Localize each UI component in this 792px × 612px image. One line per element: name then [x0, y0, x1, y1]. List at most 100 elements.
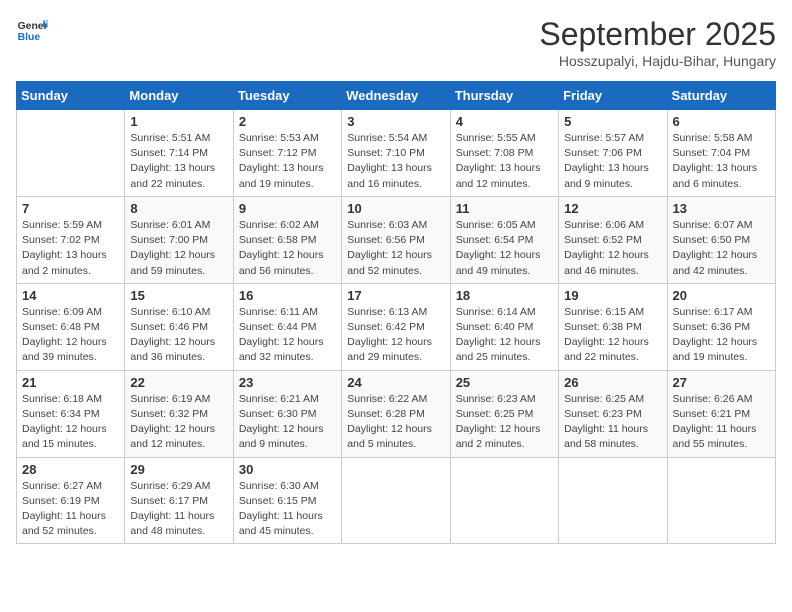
day-number: 4	[456, 114, 553, 129]
day-number: 13	[673, 201, 770, 216]
day-number: 14	[22, 288, 119, 303]
calendar-cell: 2 Sunrise: 5:53 AM Sunset: 7:12 PM Daylig…	[233, 110, 341, 197]
day-info: Sunrise: 6:15 AM Sunset: 6:38 PM Dayligh…	[564, 305, 661, 366]
day-info: Sunrise: 6:07 AM Sunset: 6:50 PM Dayligh…	[673, 218, 770, 279]
day-number: 30	[239, 462, 336, 477]
day-number: 21	[22, 375, 119, 390]
calendar-cell: 9 Sunrise: 6:02 AM Sunset: 6:58 PM Daylig…	[233, 196, 341, 283]
calendar-cell: 29 Sunrise: 6:29 AM Sunset: 6:17 PM Dayli…	[125, 457, 233, 544]
calendar-cell: 25Sunrise: 6:23 AM Sunset: 6:25 PM Dayli…	[450, 370, 558, 457]
calendar-table: SundayMondayTuesdayWednesdayThursdayFrid…	[16, 81, 776, 544]
logo: General Blue	[16, 16, 48, 44]
calendar-cell: 20 Sunrise: 6:17 AM Sunset: 6:36 PM Dayli…	[667, 283, 775, 370]
day-number: 9	[239, 201, 336, 216]
svg-text:Blue: Blue	[18, 32, 41, 43]
day-number: 12	[564, 201, 661, 216]
calendar-cell: 14 Sunrise: 6:09 AM Sunset: 6:48 PM Dayli…	[17, 283, 125, 370]
day-number: 17	[347, 288, 444, 303]
logo-icon: General Blue	[16, 16, 48, 44]
calendar-day-header: Sunday	[17, 82, 125, 110]
day-info: Sunrise: 6:06 AM Sunset: 6:52 PM Dayligh…	[564, 218, 661, 279]
calendar-week-row: 21 Sunrise: 6:18 AM Sunset: 6:34 PM Dayli…	[17, 370, 776, 457]
day-number: 3	[347, 114, 444, 129]
calendar-week-row: 14 Sunrise: 6:09 AM Sunset: 6:48 PM Dayli…	[17, 283, 776, 370]
day-number: 22	[130, 375, 227, 390]
day-info: Sunrise: 6:17 AM Sunset: 6:36 PM Dayligh…	[673, 305, 770, 366]
day-info: Sunrise: 6:19 AM Sunset: 6:32 PM Dayligh…	[130, 392, 227, 453]
calendar-cell	[559, 457, 667, 544]
calendar-week-row: 1 Sunrise: 5:51 AM Sunset: 7:14 PM Daylig…	[17, 110, 776, 197]
day-info: Sunrise: 5:58 AM Sunset: 7:04 PM Dayligh…	[673, 131, 770, 192]
day-number: 5	[564, 114, 661, 129]
day-info: Sunrise: 6:29 AM Sunset: 6:17 PM Dayligh…	[130, 479, 227, 540]
day-number: 28	[22, 462, 119, 477]
calendar-header-row: SundayMondayTuesdayWednesdayThursdayFrid…	[17, 82, 776, 110]
calendar-cell	[450, 457, 558, 544]
day-info: Sunrise: 6:11 AM Sunset: 6:44 PM Dayligh…	[239, 305, 336, 366]
calendar-cell: 15Sunrise: 6:10 AM Sunset: 6:46 PM Dayli…	[125, 283, 233, 370]
day-info: Sunrise: 6:02 AM Sunset: 6:58 PM Dayligh…	[239, 218, 336, 279]
calendar-cell: 3 Sunrise: 5:54 AM Sunset: 7:10 PM Daylig…	[342, 110, 450, 197]
calendar-cell: 22 Sunrise: 6:19 AM Sunset: 6:32 PM Dayli…	[125, 370, 233, 457]
calendar-cell	[17, 110, 125, 197]
calendar-cell: 13 Sunrise: 6:07 AM Sunset: 6:50 PM Dayli…	[667, 196, 775, 283]
day-number: 7	[22, 201, 119, 216]
calendar-cell: 12 Sunrise: 6:06 AM Sunset: 6:52 PM Dayli…	[559, 196, 667, 283]
day-info: Sunrise: 5:53 AM Sunset: 7:12 PM Dayligh…	[239, 131, 336, 192]
calendar-cell: 26Sunrise: 6:25 AM Sunset: 6:23 PM Dayli…	[559, 370, 667, 457]
day-info: Sunrise: 6:10 AM Sunset: 6:46 PM Dayligh…	[130, 305, 227, 366]
calendar-cell: 7Sunrise: 5:59 AM Sunset: 7:02 PM Daylig…	[17, 196, 125, 283]
day-number: 20	[673, 288, 770, 303]
day-number: 11	[456, 201, 553, 216]
month-title: September 2025	[539, 16, 776, 53]
day-number: 1	[130, 114, 227, 129]
day-info: Sunrise: 6:26 AM Sunset: 6:21 PM Dayligh…	[673, 392, 770, 453]
day-info: Sunrise: 5:57 AM Sunset: 7:06 PM Dayligh…	[564, 131, 661, 192]
day-info: Sunrise: 6:22 AM Sunset: 6:28 PM Dayligh…	[347, 392, 444, 453]
day-number: 6	[673, 114, 770, 129]
calendar-cell: 16 Sunrise: 6:11 AM Sunset: 6:44 PM Dayli…	[233, 283, 341, 370]
day-info: Sunrise: 5:54 AM Sunset: 7:10 PM Dayligh…	[347, 131, 444, 192]
calendar-cell: 11 Sunrise: 6:05 AM Sunset: 6:54 PM Dayli…	[450, 196, 558, 283]
calendar-day-header: Saturday	[667, 82, 775, 110]
day-number: 2	[239, 114, 336, 129]
calendar-cell: 5 Sunrise: 5:57 AM Sunset: 7:06 PM Daylig…	[559, 110, 667, 197]
day-info: Sunrise: 6:09 AM Sunset: 6:48 PM Dayligh…	[22, 305, 119, 366]
calendar-cell: 17Sunrise: 6:13 AM Sunset: 6:42 PM Dayli…	[342, 283, 450, 370]
calendar-cell: 19 Sunrise: 6:15 AM Sunset: 6:38 PM Dayli…	[559, 283, 667, 370]
day-info: Sunrise: 6:05 AM Sunset: 6:54 PM Dayligh…	[456, 218, 553, 279]
calendar-week-row: 7Sunrise: 5:59 AM Sunset: 7:02 PM Daylig…	[17, 196, 776, 283]
day-number: 23	[239, 375, 336, 390]
day-info: Sunrise: 5:55 AM Sunset: 7:08 PM Dayligh…	[456, 131, 553, 192]
title-block: September 2025 Hosszupalyi, Hajdu-Bihar,…	[539, 16, 776, 69]
day-number: 27	[673, 375, 770, 390]
day-info: Sunrise: 6:14 AM Sunset: 6:40 PM Dayligh…	[456, 305, 553, 366]
calendar-cell: 28 Sunrise: 6:27 AM Sunset: 6:19 PM Dayli…	[17, 457, 125, 544]
day-info: Sunrise: 5:51 AM Sunset: 7:14 PM Dayligh…	[130, 131, 227, 192]
day-number: 25	[456, 375, 553, 390]
day-info: Sunrise: 6:03 AM Sunset: 6:56 PM Dayligh…	[347, 218, 444, 279]
calendar-cell: 8 Sunrise: 6:01 AM Sunset: 7:00 PM Daylig…	[125, 196, 233, 283]
location-subtitle: Hosszupalyi, Hajdu-Bihar, Hungary	[539, 53, 776, 69]
day-number: 24	[347, 375, 444, 390]
day-info: Sunrise: 6:27 AM Sunset: 6:19 PM Dayligh…	[22, 479, 119, 540]
calendar-cell: 21 Sunrise: 6:18 AM Sunset: 6:34 PM Dayli…	[17, 370, 125, 457]
day-number: 8	[130, 201, 227, 216]
day-number: 10	[347, 201, 444, 216]
calendar-day-header: Wednesday	[342, 82, 450, 110]
calendar-day-header: Friday	[559, 82, 667, 110]
day-number: 19	[564, 288, 661, 303]
day-info: Sunrise: 6:21 AM Sunset: 6:30 PM Dayligh…	[239, 392, 336, 453]
day-info: Sunrise: 6:01 AM Sunset: 7:00 PM Dayligh…	[130, 218, 227, 279]
calendar-cell: 10 Sunrise: 6:03 AM Sunset: 6:56 PM Dayli…	[342, 196, 450, 283]
calendar-cell: 23 Sunrise: 6:21 AM Sunset: 6:30 PM Dayli…	[233, 370, 341, 457]
day-info: Sunrise: 6:18 AM Sunset: 6:34 PM Dayligh…	[22, 392, 119, 453]
day-number: 26	[564, 375, 661, 390]
calendar-cell	[667, 457, 775, 544]
page-header: General Blue September 2025 Hosszupalyi,…	[16, 16, 776, 69]
day-number: 16	[239, 288, 336, 303]
day-number: 29	[130, 462, 227, 477]
calendar-cell: 6 Sunrise: 5:58 AM Sunset: 7:04 PM Daylig…	[667, 110, 775, 197]
day-info: Sunrise: 6:30 AM Sunset: 6:15 PM Dayligh…	[239, 479, 336, 540]
calendar-day-header: Thursday	[450, 82, 558, 110]
